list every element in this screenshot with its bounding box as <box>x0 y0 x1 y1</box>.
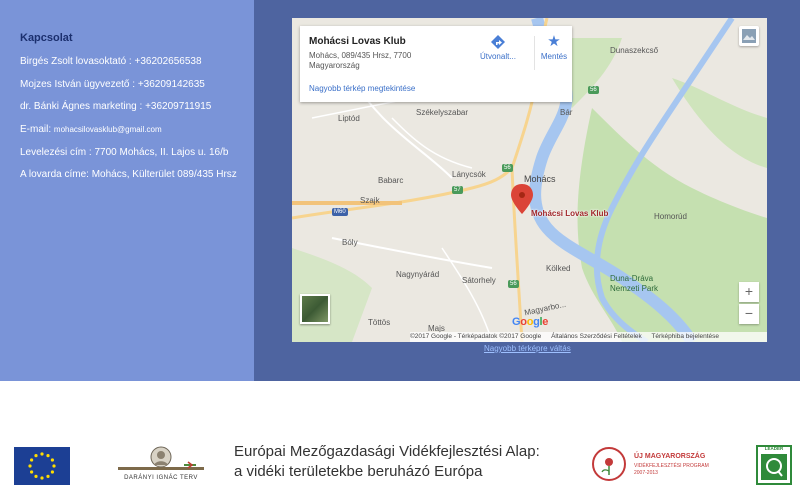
place-label: Szajk <box>360 196 380 205</box>
contact-line: Birgés Zsolt lovasoktató : +36202656538 <box>20 56 202 67</box>
daranyi-label: DARÁNYI IGNÁC TERV <box>124 475 198 481</box>
place-label: Bóly <box>342 238 358 247</box>
road-shield: M60 <box>332 208 348 216</box>
fund-subtitle: a vidéki területekbe beruházó Európa <box>234 463 483 480</box>
zoom-out-button[interactable]: − <box>739 304 759 324</box>
portrait-emblem-icon <box>118 446 204 470</box>
place-label: Lánycsók <box>452 170 486 179</box>
contact-panel: Kapcsolat Birgés Zsolt lovasoktató : +36… <box>0 0 254 381</box>
uj-title: ÚJ MAGYARORSZÁG <box>634 453 706 460</box>
email-link[interactable]: mohacsilovasklub@gmail.com <box>54 125 162 134</box>
fullscreen-icon <box>742 29 756 43</box>
card-divider <box>534 36 535 70</box>
uj-subtitle: VIDÉKFEJLESZTÉSI PROGRAM <box>634 463 709 469</box>
flower-icon <box>601 458 613 475</box>
contact-line: Mojzes István ügyvezető : +36209142635 <box>20 79 205 90</box>
place-label: Homorúd <box>654 212 687 221</box>
place-label: Dunaszekcső <box>610 46 659 55</box>
daranyi-ignac-terv-logo: DARÁNYI IGNÁC TERV <box>118 445 204 487</box>
road-shield: 57 <box>452 186 463 194</box>
report-error-link[interactable]: Térképhiba bejelentése <box>651 333 719 340</box>
footer-logos: DARÁNYI IGNÁC TERV Európai Mezőgazdasági… <box>0 381 800 492</box>
leader-emblem-icon <box>761 454 787 480</box>
save-label: Mentés <box>540 52 568 61</box>
place-address: Mohács, 089/435 Hrsz, 7700 Magyarország <box>309 51 412 70</box>
zoom-in-button[interactable]: + <box>739 282 759 302</box>
directions-label: Útvonalt... <box>479 52 516 61</box>
map-attribution: ©2017 Google - Térképadatok ©2017 Google… <box>410 332 767 342</box>
email-label: E-mail: <box>20 124 54 135</box>
leader-logo: LEADER <box>756 445 792 485</box>
place-label: Székelyszabar <box>416 108 469 117</box>
eu-flag-logo <box>14 447 70 485</box>
place-label: Töttös <box>368 318 391 327</box>
save-button[interactable]: ★ Mentés <box>536 33 572 62</box>
directions-icon <box>491 35 505 49</box>
park-label: Duna-Dráva Nemzeti Park <box>610 274 659 293</box>
place-title: Mohácsi Lovas Klub <box>309 36 406 47</box>
place-label: Sátorhely <box>462 276 496 285</box>
google-map[interactable]: Dunaszekcső Bár Székelyszabar Liptód Lán… <box>292 18 767 342</box>
pin-label[interactable]: Mohácsi Lovas Klub <box>531 209 608 218</box>
contact-title: Kapcsolat <box>20 32 73 44</box>
directions-button[interactable]: Útvonalt... <box>470 34 526 61</box>
contact-line: dr. Bánki Ágnes marketing : +36209711915 <box>20 101 212 112</box>
fullscreen-button[interactable] <box>739 26 759 46</box>
place-label: Babarc <box>378 176 404 185</box>
road-shield: 56 <box>502 164 513 172</box>
bigger-map-link[interactable]: Nagyobb térkép megtekintése <box>309 84 415 93</box>
stable-address: A lovarda címe: Mohács, Külterület 089/4… <box>20 169 237 180</box>
place-label: Nagynyárád <box>396 270 440 279</box>
email-line: E-mail: mohacsilovasklub@gmail.com <box>20 124 162 135</box>
fund-title: Európai Mezőgazdasági Vidékfejlesztési A… <box>234 443 540 460</box>
switch-to-larger-map-link[interactable]: Nagyobb térképre váltás <box>484 344 571 353</box>
map-data-credit: ©2017 Google - Térképadatok ©2017 Google <box>410 333 542 340</box>
road-shield: 56 <box>588 86 599 94</box>
star-icon: ★ <box>547 33 561 50</box>
place-label: Bár <box>560 108 573 117</box>
uj-years: 2007-2013 <box>634 470 658 476</box>
place-label: Mohács <box>524 174 556 184</box>
terms-link[interactable]: Általános Szerződési Feltételek <box>551 333 642 340</box>
place-label: Liptód <box>338 114 360 123</box>
place-info-card: Mohácsi Lovas Klub Mohács, 089/435 Hrsz,… <box>300 26 572 102</box>
satellite-toggle[interactable] <box>300 294 330 324</box>
eu-stars-icon <box>28 452 56 480</box>
rosette-icon <box>592 447 626 481</box>
google-logo: Google <box>512 316 549 328</box>
place-label: Kölked <box>546 264 571 273</box>
postal-address: Levelezési cím : 7700 Mohács, II. Lajos … <box>20 147 229 158</box>
road-shield: 56 <box>508 280 519 288</box>
uj-magyarorszag-logo: ÚJ MAGYARORSZÁG VIDÉKFEJLESZTÉSI PROGRAM… <box>592 447 712 487</box>
